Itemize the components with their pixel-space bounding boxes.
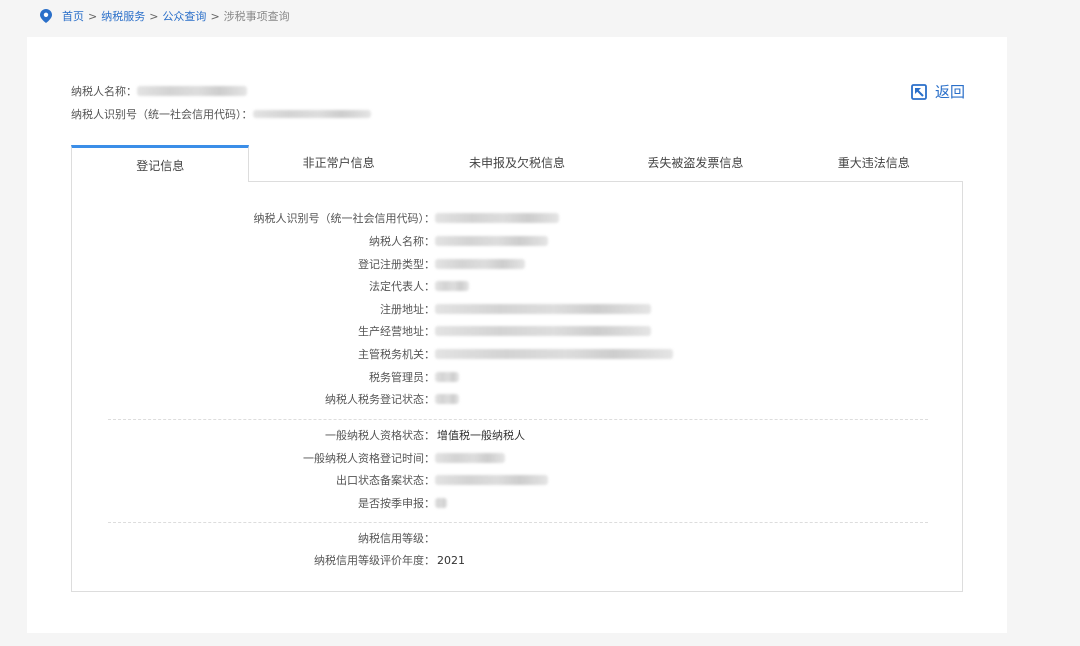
field-registration-type: 登记注册类型： xyxy=(72,256,525,272)
field-label: 生产经营地址： xyxy=(358,325,435,338)
breadcrumb-tax-service[interactable]: 纳税服务 xyxy=(101,8,145,24)
taxpayer-name-row: 纳税人名称： xyxy=(71,83,247,99)
breadcrumb-current: 涉税事项查询 xyxy=(223,10,290,23)
field-label: 出口状态备案状态： xyxy=(336,474,435,487)
field-label: 纳税人税务登记状态： xyxy=(325,393,435,406)
field-value: 2021 xyxy=(437,553,465,567)
field-label: 一般纳税人资格状态： xyxy=(325,429,435,442)
field-label: 税务管理员： xyxy=(369,371,435,384)
field-value-redacted xyxy=(435,453,505,463)
taxpayer-id-row: 纳税人识别号（统一社会信用代码）： xyxy=(71,106,371,122)
field-value-redacted xyxy=(435,281,469,291)
taxpayer-name-label: 纳税人名称： xyxy=(71,85,137,98)
back-button[interactable]: 返回 xyxy=(911,81,965,102)
field-taxpayer-id: 纳税人识别号（统一社会信用代码）： xyxy=(72,210,559,226)
field-value-redacted xyxy=(435,259,525,269)
field-quarterly-filing: 是否按季申报： xyxy=(72,495,447,511)
breadcrumb-separator: > xyxy=(88,9,98,23)
field-taxpayer-name: 纳税人名称： xyxy=(72,233,548,249)
registration-info-panel: 纳税人识别号（统一社会信用代码）： 纳税人名称： 登记注册类型： 法定代表人： … xyxy=(71,181,963,592)
field-value-redacted xyxy=(435,326,651,336)
field-value-redacted xyxy=(435,498,447,508)
tab-abnormal-account[interactable]: 非正常户信息 xyxy=(249,145,427,180)
tab-unfiled-arrears[interactable]: 未申报及欠税信息 xyxy=(428,145,606,180)
field-label: 是否按季申报： xyxy=(358,497,435,510)
back-icon xyxy=(911,83,927,100)
field-label: 登记注册类型： xyxy=(358,258,435,271)
field-value-redacted xyxy=(435,349,673,359)
field-general-taxpayer-status: 一般纳税人资格状态： 增值税一般纳税人 xyxy=(72,427,525,443)
field-tax-officer: 税务管理员： xyxy=(72,369,459,385)
field-general-taxpayer-time: 一般纳税人资格登记时间： xyxy=(72,450,505,466)
field-value-redacted xyxy=(435,213,559,223)
field-label: 主管税务机关： xyxy=(358,348,435,361)
section-divider xyxy=(108,419,928,420)
breadcrumb-separator: > xyxy=(210,9,220,23)
section-divider xyxy=(108,522,928,523)
field-label: 一般纳税人资格登记时间： xyxy=(303,452,435,465)
field-label: 注册地址： xyxy=(380,303,435,316)
content-card: 纳税人名称： 纳税人识别号（统一社会信用代码）： 返回 登记信息 非正常户信息 … xyxy=(27,37,1007,633)
field-label: 法定代表人： xyxy=(369,280,435,293)
field-value-redacted xyxy=(435,475,548,485)
tab-bar: 登记信息 非正常户信息 未申报及欠税信息 丢失被盗发票信息 重大违法信息 xyxy=(71,145,963,182)
field-label: 纳税信用等级： xyxy=(358,532,435,545)
tab-lost-invoices[interactable]: 丢失被盗发票信息 xyxy=(606,145,784,180)
field-value-redacted xyxy=(435,372,459,382)
taxpayer-id-value xyxy=(252,110,371,118)
field-credit-level: 纳税信用等级： xyxy=(72,530,435,546)
field-value: 增值税一般纳税人 xyxy=(437,429,525,442)
field-label: 纳税信用等级评价年度： xyxy=(314,554,435,567)
tab-major-violations[interactable]: 重大违法信息 xyxy=(785,145,963,180)
field-label: 纳税人名称： xyxy=(369,235,435,248)
breadcrumb-public-query[interactable]: 公众查询 xyxy=(162,8,206,24)
breadcrumb-home[interactable]: 首页 xyxy=(62,8,84,24)
taxpayer-id-label: 纳税人识别号（统一社会信用代码）： xyxy=(71,108,253,121)
field-registration-status: 纳税人税务登记状态： xyxy=(72,391,459,407)
field-business-address: 生产经营地址： xyxy=(72,323,651,339)
location-pin-icon xyxy=(40,9,52,23)
field-credit-year: 纳税信用等级评价年度： 2021 xyxy=(72,552,465,568)
field-label: 纳税人识别号（统一社会信用代码）： xyxy=(253,212,436,225)
field-export-status: 出口状态备案状态： xyxy=(72,472,548,488)
breadcrumb: 首页 > 纳税服务 > 公众查询 > 涉税事项查询 xyxy=(40,7,290,25)
field-legal-representative: 法定代表人： xyxy=(72,278,469,294)
field-value-redacted xyxy=(435,304,651,314)
tab-registration-info[interactable]: 登记信息 xyxy=(71,145,250,182)
field-value-redacted xyxy=(435,236,548,246)
breadcrumb-separator: > xyxy=(149,9,159,23)
field-value-redacted xyxy=(435,394,459,404)
field-tax-authority: 主管税务机关： xyxy=(72,346,673,362)
taxpayer-name-value xyxy=(137,86,247,96)
field-registered-address: 注册地址： xyxy=(72,301,651,317)
back-label: 返回 xyxy=(935,83,966,101)
